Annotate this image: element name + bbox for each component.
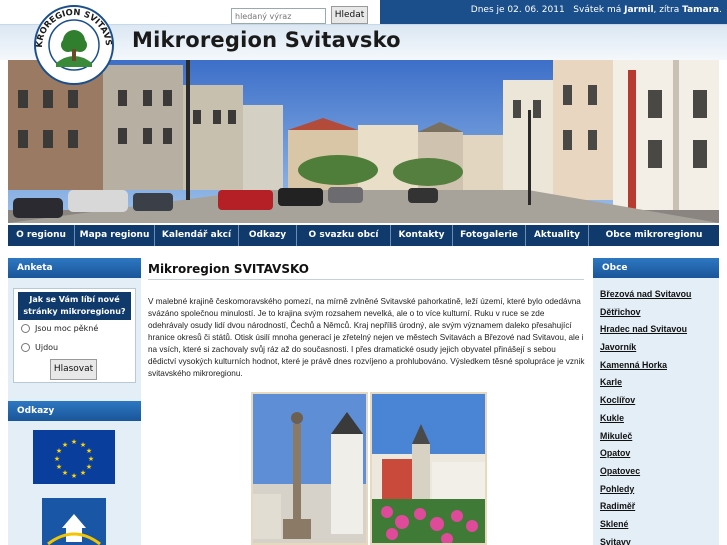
obec-link[interactable]: Radiměř (600, 501, 718, 519)
search-input[interactable] (231, 8, 326, 24)
nav-item-fotogalerie[interactable]: Fotogalerie (453, 225, 526, 246)
svg-text:★: ★ (62, 469, 68, 477)
search-button[interactable]: Hledat (331, 6, 368, 24)
intro-text: V malebné krajině českomoravského pomezí… (148, 297, 585, 378)
svg-text:★: ★ (56, 463, 62, 471)
left-sidebar: Anketa Jak se Vám líbí nové stránky mikr… (8, 258, 141, 545)
nav-item-mapa-regionu[interactable]: Mapa regionu (75, 225, 155, 246)
svg-text:★: ★ (80, 469, 86, 477)
obec-link[interactable]: Mikuleč (600, 431, 718, 449)
svg-text:★: ★ (54, 455, 60, 463)
nav-item-odkazy[interactable]: Odkazy (239, 225, 297, 246)
name-tomorrow: Tamara (682, 5, 720, 15)
poll-option-2[interactable]: Ujdou (21, 343, 58, 352)
poll-option-1[interactable]: Jsou moc pěkné (21, 324, 98, 333)
obec-link[interactable]: Dětřichov (600, 307, 718, 325)
nav-item-obce-mikroregionu[interactable]: Obce mikroregionu (589, 225, 719, 246)
radio-button[interactable] (21, 343, 30, 352)
right-sidebar: Obce Březová nad Svitavou Dětřichov Hrad… (593, 258, 719, 545)
photo-church-flowers[interactable] (370, 392, 487, 545)
obce-list: Březová nad Svitavou Dětřichov Hradec na… (600, 289, 718, 545)
svg-text:★: ★ (86, 447, 92, 455)
obec-link[interactable]: Javorník (600, 342, 718, 360)
main-nav: O regionu Mapa regionu Kalendář akcí Odk… (8, 225, 719, 246)
poll-heading: Anketa (8, 258, 141, 278)
site-logo[interactable]: MIKROREGION SVITAVSKO (24, 0, 120, 85)
svg-text:★: ★ (86, 463, 92, 471)
name-today: Jarmil (624, 5, 654, 15)
poll-question: Jak se Vám líbí nové stránky mikroregion… (18, 292, 131, 320)
poll-option-label: Jsou moc pěkné (35, 324, 99, 333)
page-title: Mikroregion SVITAVSKO (148, 262, 309, 276)
obec-link[interactable]: Pohledy (600, 484, 718, 502)
obec-link[interactable]: Karle (600, 377, 718, 395)
poll-option-label: Ujdou (35, 343, 59, 352)
obec-link[interactable]: Sklené (600, 519, 718, 537)
svg-text:★: ★ (62, 441, 68, 449)
date-nameday-text: Dnes je 02. 06. 2011 Svátek má Jarmil, z… (470, 5, 722, 15)
obec-link[interactable]: Kukle (600, 413, 718, 431)
obce-heading: Obce (593, 258, 719, 278)
vote-button[interactable]: Hlasovat (50, 359, 97, 380)
obec-link[interactable]: Březová nad Svitavou (600, 289, 718, 307)
current-date: 02. 06. 2011 (507, 5, 565, 15)
title-divider (148, 279, 584, 280)
obec-link[interactable]: Kamenná Horka (600, 360, 718, 378)
nav-item-kalendar-akci[interactable]: Kalendář akcí (155, 225, 239, 246)
nav-item-o-regionu[interactable]: O regionu (8, 225, 75, 246)
svg-text:★: ★ (71, 472, 77, 480)
nav-item-aktuality[interactable]: Aktuality (526, 225, 589, 246)
obec-link[interactable]: Hradec nad Svitavou (600, 324, 718, 342)
obec-link[interactable]: Svitavy (600, 537, 718, 545)
obec-link[interactable]: Koclířov (600, 395, 718, 413)
nav-item-o-svazku-obci[interactable]: O svazku obcí (297, 225, 391, 246)
partner-logo-link[interactable] (42, 498, 106, 545)
links-heading: Odkazy (8, 401, 141, 421)
eu-flag-link[interactable]: ★ ★ ★ ★ ★ ★ ★ ★ ★ ★ ★ ★ (33, 430, 115, 484)
svg-text:★: ★ (71, 438, 77, 446)
obec-link[interactable]: Opatovec (600, 466, 718, 484)
site-title: Mikroregion Svitavsko (132, 28, 401, 52)
poll-box: Jak se Vám líbí nové stránky mikroregion… (13, 288, 136, 383)
svg-text:★: ★ (88, 455, 94, 463)
nav-item-kontakty[interactable]: Kontakty (391, 225, 453, 246)
obec-link[interactable]: Opatov (600, 448, 718, 466)
radio-button[interactable] (21, 324, 30, 333)
photo-column-square[interactable] (251, 392, 368, 545)
